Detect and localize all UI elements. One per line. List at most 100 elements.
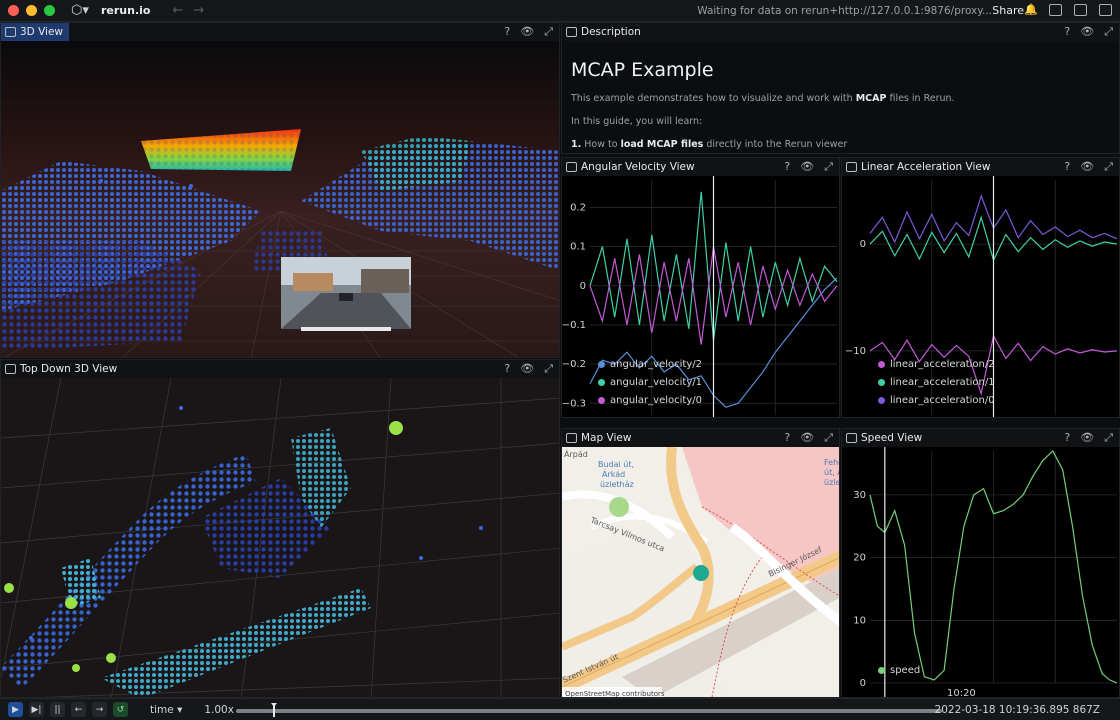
visibility-icon[interactable]: 👁 xyxy=(800,431,814,445)
share-button[interactable]: Share xyxy=(992,4,1024,17)
left-panel-icon[interactable] xyxy=(1049,4,1062,16)
y-tick-label: 30 xyxy=(853,490,866,501)
3d-view-icon xyxy=(5,364,16,374)
map-canvas[interactable]: Árpád Budai út, Árkád üzletház Fehé út, … xyxy=(562,447,840,698)
right-panel-icon[interactable] xyxy=(1099,4,1112,16)
bottom-panel-icon[interactable] xyxy=(1074,4,1087,16)
maximize-icon[interactable]: ⤢ xyxy=(1104,431,1113,445)
tab-description[interactable]: Description xyxy=(562,23,647,41)
visibility-icon[interactable]: 👁 xyxy=(1080,431,1094,445)
map-label-ut-a: út, Á xyxy=(824,466,840,477)
legend-item[interactable]: angular_velocity/2 xyxy=(598,355,702,373)
description-panel[interactable]: Description ? 👁 ⤢ MCAP Example This exam… xyxy=(561,22,1120,154)
tab-label: Angular Velocity View xyxy=(581,161,695,173)
tab-label: Top Down 3D View xyxy=(20,363,118,375)
legend-item[interactable]: linear_acceleration/2 xyxy=(878,355,995,373)
help-icon[interactable]: ? xyxy=(504,25,510,39)
loop-icon[interactable]: ↺ xyxy=(113,702,128,717)
map-position-marker[interactable] xyxy=(693,565,709,581)
tab-angular-velocity[interactable]: Angular Velocity View xyxy=(562,158,701,176)
3d-view-canvas[interactable] xyxy=(1,41,560,358)
legend-item[interactable]: speed xyxy=(878,661,920,679)
play-icon[interactable]: ▶ xyxy=(8,702,23,717)
description-guide: In this guide, you will learn: xyxy=(571,116,703,127)
visibility-icon[interactable]: 👁 xyxy=(1080,160,1094,174)
step-back-icon[interactable]: ← xyxy=(71,702,86,717)
maximize-icon[interactable]: ⤢ xyxy=(544,362,553,376)
3d-view-icon xyxy=(5,27,16,37)
tab-label: 3D View xyxy=(20,26,64,38)
map-icon xyxy=(566,433,577,443)
help-icon[interactable]: ? xyxy=(784,431,790,445)
notification-bell-icon[interactable]: 🔔 xyxy=(1024,4,1038,16)
help-icon[interactable]: ? xyxy=(1064,160,1070,174)
tab-linear-acceleration[interactable]: Linear Acceleration View xyxy=(842,158,996,176)
help-icon[interactable]: ? xyxy=(504,362,510,376)
legend-item[interactable]: angular_velocity/1 xyxy=(598,373,702,391)
speed-view-panel[interactable]: Speed View ? 👁 ⤢ 0 10 20 30 10:20 speed xyxy=(841,428,1120,698)
y-tick-label: −0.2 xyxy=(562,359,586,370)
connection-status: Waiting for data on rerun+http://127.0.0… xyxy=(697,5,992,17)
back-arrow-icon[interactable]: ← xyxy=(172,3,183,18)
angular-velocity-legend: angular_velocity/2 angular_velocity/1 an… xyxy=(598,355,702,409)
map-label-arkad: Árkád xyxy=(602,468,625,479)
timeline-cursor[interactable] xyxy=(273,706,276,717)
forward-arrow-icon[interactable]: → xyxy=(193,3,204,18)
legend-item[interactable]: linear_acceleration/0 xyxy=(878,391,995,409)
pause-icon[interactable]: || xyxy=(50,702,65,717)
rerun-logo-icon[interactable]: ⬡▾ xyxy=(71,3,91,18)
time-series-icon xyxy=(566,162,577,172)
3d-view-panel[interactable]: 3D View ? 👁 ⤢ xyxy=(0,22,560,358)
visibility-icon[interactable]: 👁 xyxy=(1080,25,1094,39)
timeline-bar: ▶ ▶| || ← → ↺ time ▾ 1.00x 2022-03-18 10… xyxy=(0,698,1120,720)
maximize-icon[interactable]: ⤢ xyxy=(1104,160,1113,174)
map-view-panel[interactable]: Map View ? 👁 ⤢ Árpád Budai út, Árkád üzl… xyxy=(561,428,840,698)
tab-label: Speed View xyxy=(861,432,923,444)
close-window-button[interactable] xyxy=(8,5,19,16)
maximize-icon[interactable]: ⤢ xyxy=(824,160,833,174)
tab-top-down-3d-view[interactable]: Top Down 3D View xyxy=(1,360,123,378)
playback-speed[interactable]: 1.00x xyxy=(204,704,234,716)
y-tick-label: 0.2 xyxy=(570,202,586,213)
window-controls xyxy=(8,5,55,16)
tab-speed-view[interactable]: Speed View xyxy=(842,429,928,447)
description-list-item: 1. How to load MCAP files directly into … xyxy=(571,139,848,150)
linear-acceleration-panel[interactable]: Linear Acceleration View ? 👁 ⤢ 0 −10 line… xyxy=(841,157,1120,418)
legend-item[interactable]: linear_acceleration/1 xyxy=(878,373,995,391)
timeline-selector[interactable]: time ▾ xyxy=(150,704,182,716)
app-name: rerun.io xyxy=(101,4,151,17)
maximize-icon[interactable]: ⤢ xyxy=(544,25,553,39)
map-attribution[interactable]: OpenStreetMap contributors xyxy=(565,690,665,698)
y-tick-label: 10 xyxy=(853,615,866,626)
y-tick-label: 0 xyxy=(580,281,586,292)
legend-item[interactable]: angular_velocity/0 xyxy=(598,391,702,409)
current-timestamp: 2022-03-18 10:19:36.895 867Z xyxy=(934,704,1100,716)
tab-label: Description xyxy=(581,26,641,38)
tab-label: Linear Acceleration View xyxy=(861,161,991,173)
timeline-scrubber[interactable] xyxy=(236,703,942,717)
tab-3d-view[interactable]: 3D View xyxy=(1,23,70,41)
help-icon[interactable]: ? xyxy=(1064,431,1070,445)
top-down-3d-view-panel[interactable]: Top Down 3D View ? 👁 ⤢ xyxy=(0,359,560,698)
help-icon[interactable]: ? xyxy=(1064,25,1070,39)
visibility-icon[interactable]: 👁 xyxy=(520,25,534,39)
map-label-arpad: Árpád xyxy=(564,448,588,459)
maximize-icon[interactable]: ⤢ xyxy=(824,431,833,445)
top-down-3d-canvas[interactable] xyxy=(1,378,560,698)
minimize-window-button[interactable] xyxy=(26,5,37,16)
help-icon[interactable]: ? xyxy=(784,160,790,174)
visibility-icon[interactable]: 👁 xyxy=(800,160,814,174)
y-tick-label: 0 xyxy=(860,678,866,689)
y-tick-label: 0 xyxy=(860,239,866,250)
step-forward-icon[interactable]: → xyxy=(92,702,107,717)
map-label-uzle: üzle xyxy=(824,478,840,487)
x-tick-label: 10:20 xyxy=(947,688,976,698)
step-end-icon[interactable]: ▶| xyxy=(29,702,44,717)
visibility-icon[interactable]: 👁 xyxy=(520,362,534,376)
maximize-icon[interactable]: ⤢ xyxy=(1104,25,1113,39)
linear-acceleration-legend: linear_acceleration/2 linear_acceleratio… xyxy=(878,355,995,409)
zoom-window-button[interactable] xyxy=(44,5,55,16)
tab-map-view[interactable]: Map View xyxy=(562,429,637,447)
y-tick-label: −0.3 xyxy=(562,398,586,409)
angular-velocity-panel[interactable]: Angular Velocity View ? 👁 ⤢ 0.2 0.1 0 −0.1 −… xyxy=(561,157,840,418)
